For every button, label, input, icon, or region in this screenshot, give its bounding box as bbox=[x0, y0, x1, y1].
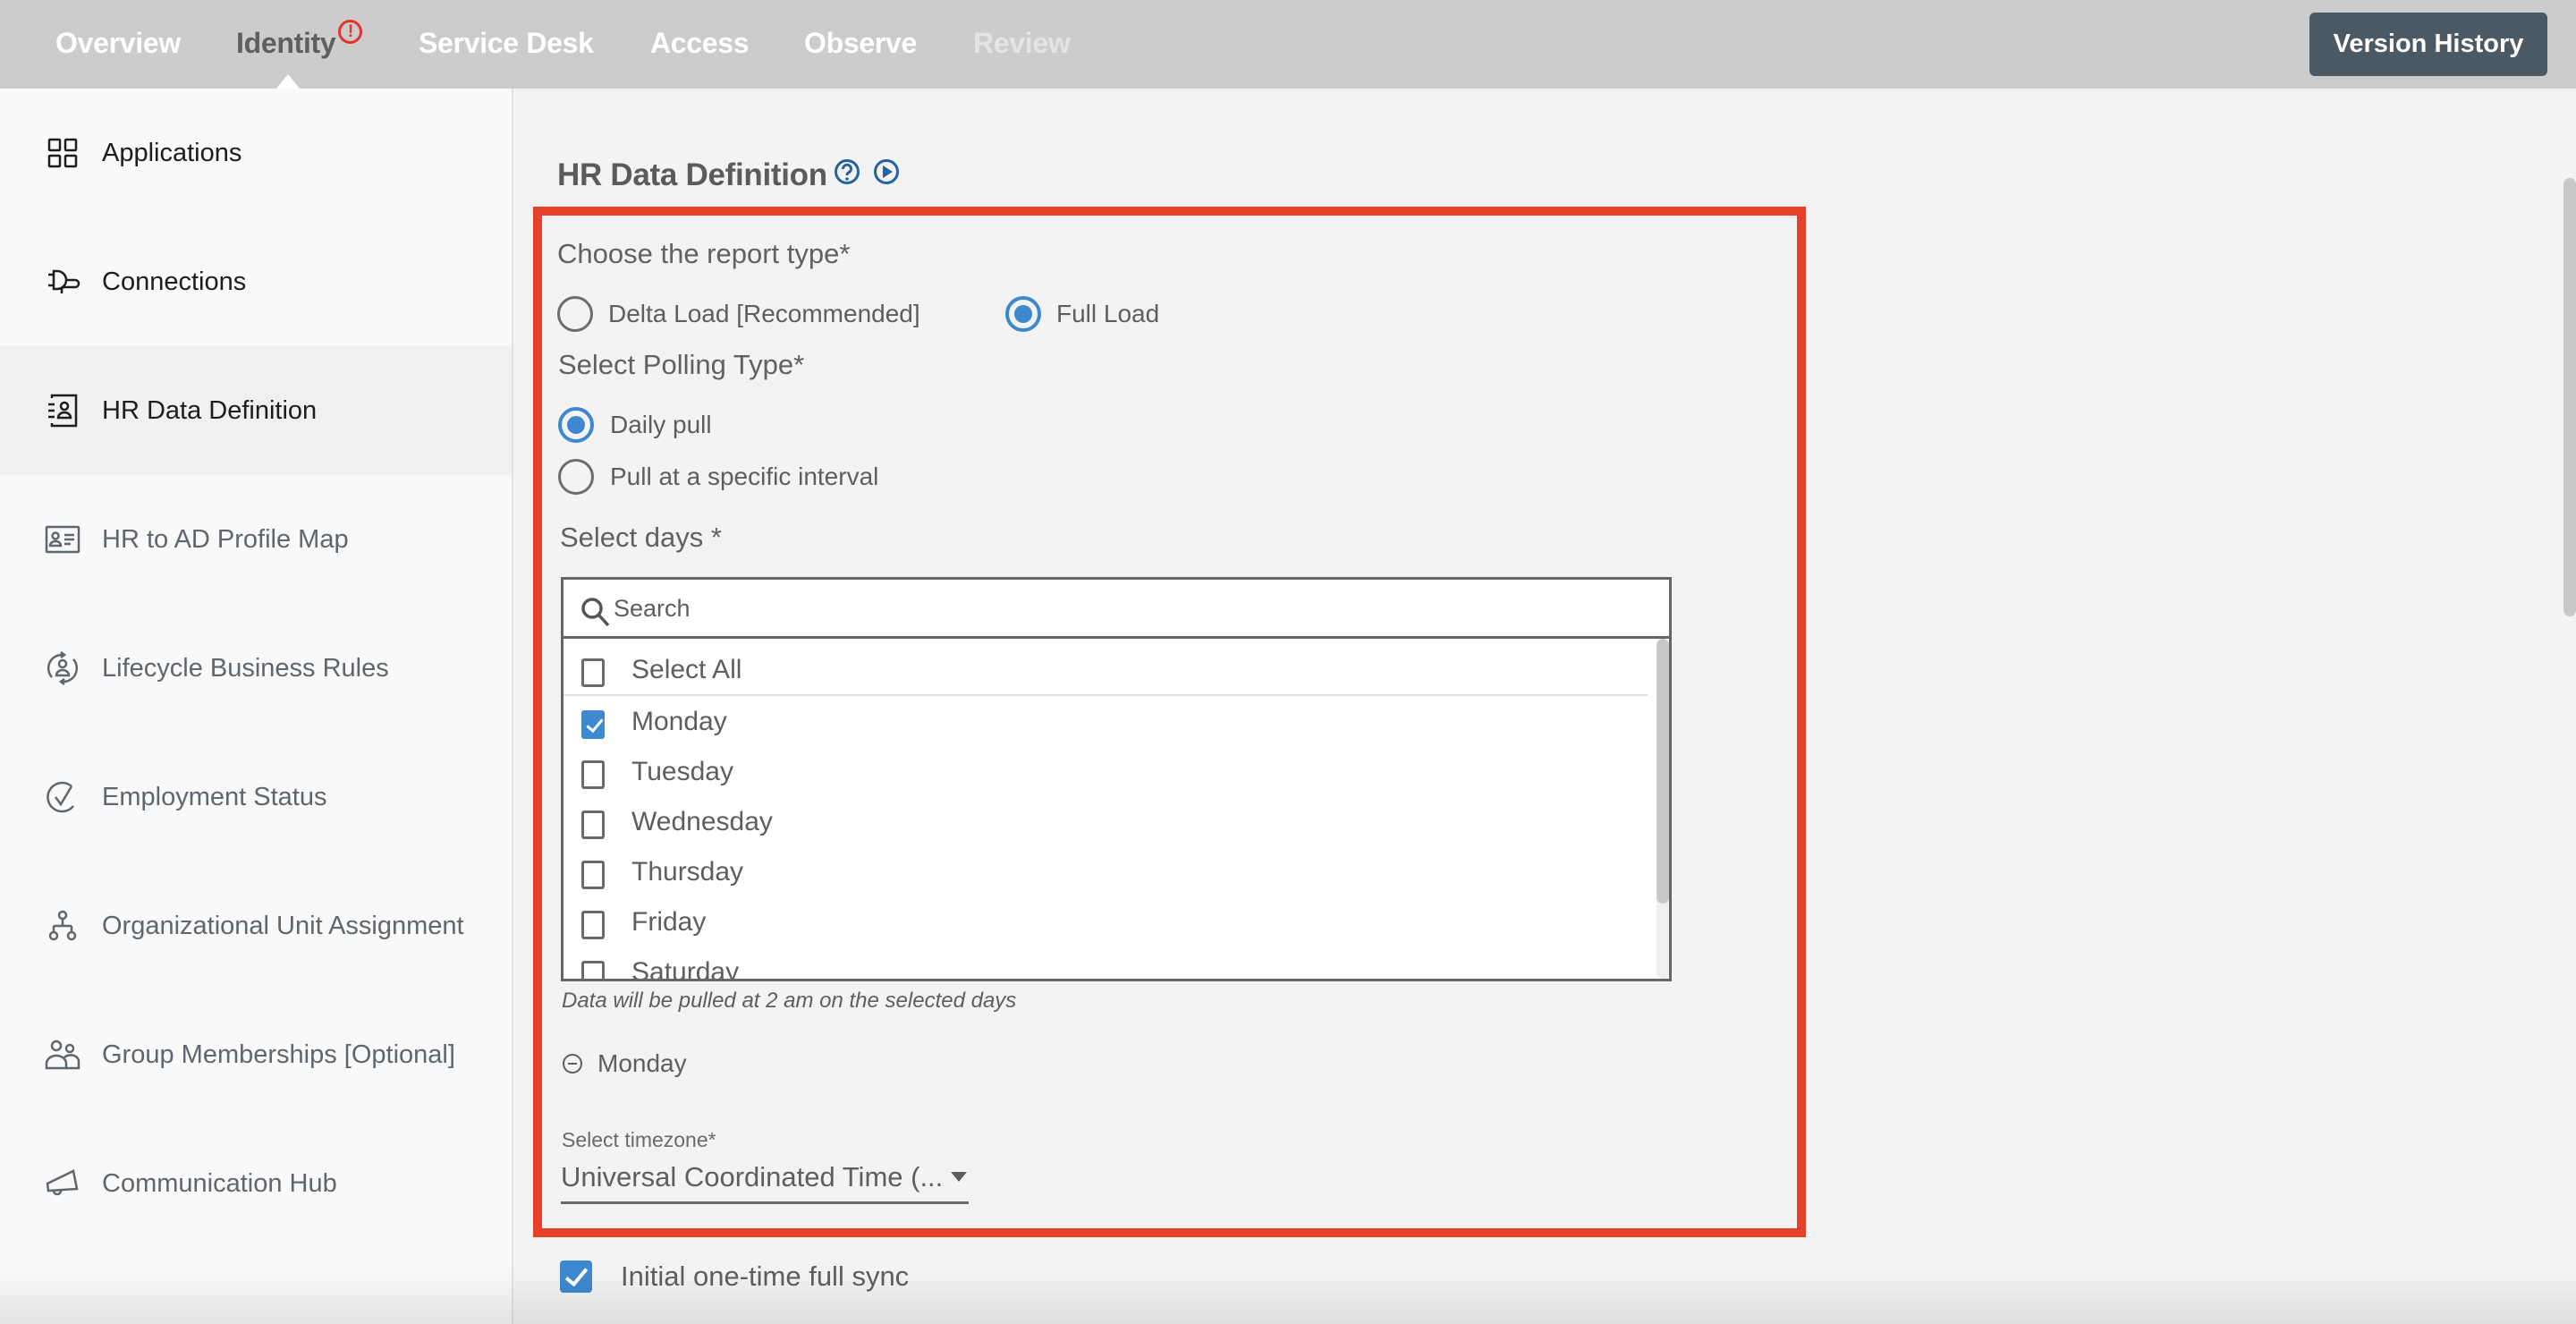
sidebar-item-label: Applications bbox=[102, 138, 242, 167]
alert-badge-icon: ! bbox=[338, 20, 363, 44]
day-option-label: Wednesday bbox=[631, 807, 773, 836]
radio-delta-load[interactable] bbox=[557, 296, 593, 332]
top-nav-bar: Overview Identity ! Service Desk Access … bbox=[0, 0, 2576, 89]
days-search-input[interactable] bbox=[614, 589, 1642, 628]
nav-tab-overview[interactable]: Overview bbox=[55, 27, 181, 60]
id-card-icon bbox=[45, 522, 80, 557]
select-days-label: Select days * bbox=[560, 522, 722, 553]
sidebar-item-lifecycle-business-rules[interactable]: Lifecycle Business Rules bbox=[0, 604, 512, 733]
checkbox[interactable] bbox=[581, 811, 605, 839]
radio-specific-interval[interactable] bbox=[558, 459, 594, 495]
day-option-label: Friday bbox=[631, 907, 707, 937]
polling-type-label: Select Polling Type* bbox=[558, 349, 805, 380]
day-option-select-all[interactable]: Select All bbox=[564, 646, 1648, 696]
sidebar: Applications Connections HR Data Definit… bbox=[0, 89, 513, 1324]
nav-tab-observe[interactable]: Observe bbox=[804, 27, 917, 60]
timezone-value: Universal Coordinated Time (... bbox=[561, 1161, 944, 1192]
checkbox[interactable] bbox=[581, 760, 605, 789]
radio-full-load-label: Full Load bbox=[1056, 300, 1160, 327]
megaphone-icon bbox=[45, 1166, 80, 1201]
day-option-label: Select All bbox=[631, 655, 742, 684]
plug-icon bbox=[45, 264, 80, 300]
caret-down-icon bbox=[951, 1172, 967, 1182]
nav-tab-review[interactable]: Review bbox=[973, 27, 1071, 60]
sidebar-item-employment-status[interactable]: Employment Status bbox=[0, 733, 512, 861]
selected-day-chip-label: Monday bbox=[597, 1049, 687, 1077]
contact-book-icon bbox=[45, 393, 80, 429]
initial-sync-label: Initial one-time full sync bbox=[621, 1260, 910, 1292]
checkbox[interactable] bbox=[581, 861, 605, 889]
initial-sync-checkbox[interactable] bbox=[560, 1260, 592, 1293]
initial-sync-row[interactable]: Initial one-time full sync bbox=[560, 1260, 909, 1293]
sidebar-item-organizational-unit-assignment[interactable]: Organizational Unit Assignment bbox=[0, 861, 512, 990]
nav-tab-access[interactable]: Access bbox=[650, 27, 750, 60]
radio-full-load[interactable] bbox=[1005, 296, 1041, 332]
nav-tab-service-desk[interactable]: Service Desk bbox=[419, 27, 594, 60]
days-hint-text: Data will be pulled at 2 am on the selec… bbox=[562, 989, 1017, 1013]
check-circle-icon bbox=[45, 779, 80, 815]
sidebar-item-hr-to-ad-profile-map[interactable]: HR to AD Profile Map bbox=[0, 475, 512, 604]
search-icon bbox=[580, 596, 612, 632]
sidebar-item-label: Communication Hub bbox=[102, 1168, 337, 1198]
grid-icon bbox=[45, 135, 80, 171]
radio-daily-pull-label: Daily pull bbox=[610, 411, 712, 438]
days-search-row bbox=[564, 580, 1669, 639]
report-type-label: Choose the report type* bbox=[557, 238, 851, 269]
radio-daily-pull[interactable] bbox=[558, 407, 594, 443]
sidebar-item-applications[interactable]: Applications bbox=[0, 89, 512, 217]
checkbox[interactable] bbox=[581, 658, 605, 687]
day-option-saturday[interactable]: Saturday bbox=[564, 948, 1648, 979]
sidebar-item-communication-hub[interactable]: Communication Hub bbox=[0, 1119, 512, 1248]
active-tab-indicator bbox=[276, 74, 300, 89]
sidebar-item-label: Employment Status bbox=[102, 782, 327, 811]
sidebar-item-connections[interactable]: Connections bbox=[0, 217, 512, 346]
users-icon bbox=[45, 1037, 80, 1073]
day-option-label: Tuesday bbox=[631, 757, 733, 786]
list-clip: Saturday bbox=[564, 948, 1648, 979]
remove-circle-icon[interactable] bbox=[562, 1053, 583, 1074]
org-chart-icon bbox=[45, 908, 80, 944]
sidebar-item-hr-data-definition[interactable]: HR Data Definition bbox=[0, 346, 512, 475]
days-multiselect: Select All Monday Tuesday Wednesday Thur… bbox=[561, 577, 1672, 981]
sidebar-item-label: Group Memberships [Optional] bbox=[102, 1040, 455, 1069]
sidebar-item-label: HR to AD Profile Map bbox=[102, 524, 349, 554]
sidebar-item-label: Organizational Unit Assignment bbox=[102, 911, 464, 940]
radio-delta-load-label: Delta Load [Recommended] bbox=[608, 300, 920, 327]
day-option-label: Thursday bbox=[631, 857, 744, 887]
sidebar-item-group-memberships[interactable]: Group Memberships [Optional] bbox=[0, 990, 512, 1119]
play-video-icon[interactable] bbox=[873, 158, 900, 185]
day-option-tuesday[interactable]: Tuesday bbox=[564, 748, 1648, 798]
day-option-wednesday[interactable]: Wednesday bbox=[564, 798, 1648, 848]
days-list-scrollbar[interactable] bbox=[1657, 639, 1669, 979]
user-cycle-icon bbox=[45, 650, 80, 686]
timezone-label: Select timezone* bbox=[562, 1128, 716, 1151]
day-option-monday[interactable]: Monday bbox=[564, 698, 1648, 748]
page-scrollbar[interactable] bbox=[2563, 178, 2576, 616]
help-icon[interactable] bbox=[834, 158, 860, 185]
version-history-button[interactable]: Version History bbox=[2309, 13, 2547, 76]
day-option-label: Saturday bbox=[631, 957, 740, 979]
checkbox[interactable] bbox=[581, 710, 605, 739]
sidebar-item-label: Lifecycle Business Rules bbox=[102, 653, 389, 683]
day-option-thursday[interactable]: Thursday bbox=[564, 848, 1648, 898]
selected-day-chip[interactable]: Monday bbox=[562, 1049, 687, 1078]
main-content: HR Data Definition Choose the report typ… bbox=[515, 89, 2576, 1324]
sidebar-item-label: Connections bbox=[102, 267, 247, 296]
day-option-friday[interactable]: Friday bbox=[564, 898, 1648, 948]
checkbox[interactable] bbox=[581, 911, 605, 939]
checkbox[interactable] bbox=[581, 961, 605, 979]
radio-specific-interval-label: Pull at a specific interval bbox=[610, 463, 879, 490]
sidebar-item-label: HR Data Definition bbox=[102, 395, 318, 425]
nav-tab-identity[interactable]: Identity ! bbox=[236, 20, 363, 60]
page-title: HR Data Definition bbox=[557, 157, 827, 192]
nav-tab-identity-label: Identity bbox=[236, 27, 336, 59]
day-option-label: Monday bbox=[631, 707, 727, 736]
timezone-select[interactable]: Universal Coordinated Time (... bbox=[561, 1158, 969, 1204]
days-list-scroll-thumb[interactable] bbox=[1657, 639, 1669, 904]
